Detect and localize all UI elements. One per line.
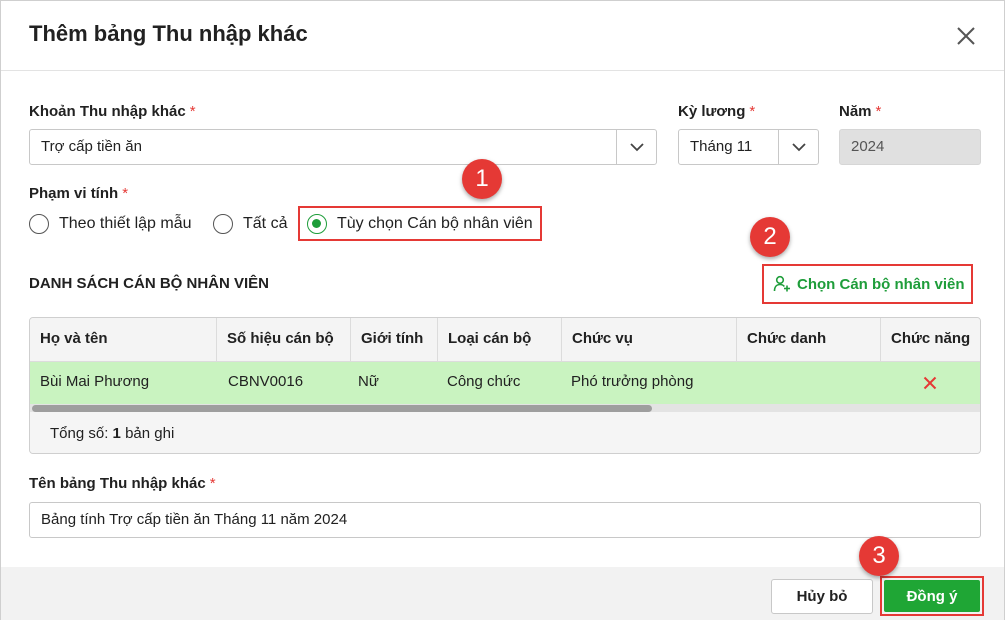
column-header-name[interactable]: Họ và tên xyxy=(30,318,216,362)
income-item-dropdown-button[interactable] xyxy=(616,130,656,164)
pay-period-value: Tháng 11 xyxy=(690,138,753,155)
table-name-value: Bảng tính Trợ cấp tiền ăn Tháng 11 năm 2… xyxy=(41,511,348,528)
cell-title xyxy=(736,362,746,404)
dialog-header: Thêm bảng Thu nhập khác xyxy=(1,1,1004,71)
chevron-down-icon xyxy=(791,142,806,151)
radio-circle[interactable] xyxy=(29,214,49,234)
dialog-title: Thêm bảng Thu nhập khác xyxy=(29,21,308,46)
column-header-type[interactable]: Loại cán bộ xyxy=(437,318,561,362)
add-other-income-dialog: Thêm bảng Thu nhập khác Khoản Thu nhập k… xyxy=(0,0,1005,620)
close-button[interactable] xyxy=(951,21,981,51)
year-label: Năm * xyxy=(839,103,882,120)
column-header-code[interactable]: Số hiệu cán bộ xyxy=(216,318,350,362)
employee-list-title: DANH SÁCH CÁN BỘ NHÂN VIÊN xyxy=(29,275,270,292)
income-item-value: Trợ cấp tiền ăn xyxy=(41,138,142,155)
horizontal-scrollbar[interactable] xyxy=(30,404,980,412)
column-header-position[interactable]: Chức vụ xyxy=(561,318,736,362)
delete-x-icon[interactable] xyxy=(923,376,937,390)
scope-radio-all[interactable]: Tất cả xyxy=(213,214,287,234)
column-header-title[interactable]: Chức danh xyxy=(736,318,880,362)
close-icon xyxy=(957,27,975,45)
table-name-label: Tên bảng Thu nhập khác * xyxy=(29,475,216,492)
scrollbar-thumb[interactable] xyxy=(32,405,652,412)
table-footer: Tổng số: 1 bản ghi xyxy=(30,412,980,453)
income-item-label: Khoản Thu nhập khác * xyxy=(29,103,196,120)
cell-type: Công chức xyxy=(447,373,521,390)
highlight-box-step3 xyxy=(880,576,984,616)
step-badge-3: 3 xyxy=(859,536,899,576)
step-badge-1: 1 xyxy=(462,159,502,199)
chevron-down-icon xyxy=(629,142,644,151)
cell-gender: Nữ xyxy=(358,373,379,390)
step-badge-2: 2 xyxy=(750,217,790,257)
table-row[interactable]: Bùi Mai Phương CBNV0016 Nữ Công chức Phó… xyxy=(30,362,980,404)
year-value: 2024 xyxy=(851,138,885,155)
cell-name: Bùi Mai Phương xyxy=(40,373,150,390)
scope-radio-template[interactable]: Theo thiết lập mẫu xyxy=(29,214,192,234)
table-name-input[interactable]: Bảng tính Trợ cấp tiền ăn Tháng 11 năm 2… xyxy=(29,502,981,538)
pay-period-label: Kỳ lương * xyxy=(678,103,756,120)
total-records: Tổng số: 1 bản ghi xyxy=(50,425,175,442)
highlight-box-step1 xyxy=(298,206,542,241)
cell-code: CBNV0016 xyxy=(228,373,304,390)
highlight-box-step2 xyxy=(762,264,973,304)
cancel-button[interactable]: Hủy bỏ xyxy=(771,579,873,614)
employee-table: Họ và tên Số hiệu cán bộ Giới tính Loại … xyxy=(29,317,981,454)
column-header-actions: Chức năng xyxy=(880,318,980,362)
pay-period-select[interactable]: Tháng 11 xyxy=(678,129,819,165)
year-input: 2024 xyxy=(839,129,981,165)
income-item-select[interactable]: Trợ cấp tiền ăn xyxy=(29,129,657,165)
radio-circle[interactable] xyxy=(213,214,233,234)
pay-period-dropdown-button[interactable] xyxy=(778,130,818,164)
scope-label: Phạm vi tính * xyxy=(29,185,129,202)
cell-position: Phó trưởng phòng xyxy=(571,373,694,390)
column-header-gender[interactable]: Giới tính xyxy=(350,318,437,362)
table-header: Họ và tên Số hiệu cán bộ Giới tính Loại … xyxy=(30,318,980,362)
